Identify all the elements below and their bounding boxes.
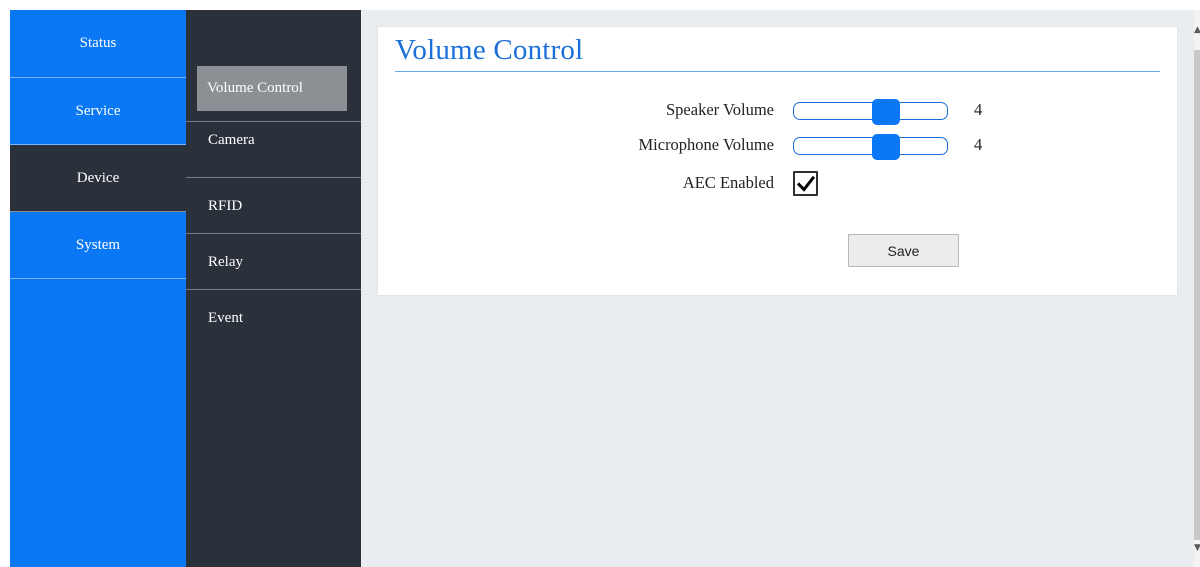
microphone-volume-label: Microphone Volume: [638, 135, 774, 154]
speaker-volume-slider[interactable]: [793, 99, 948, 125]
subnav-item-label: Event: [208, 309, 243, 326]
microphone-volume-slider-thumb[interactable]: [871, 134, 900, 160]
volume-control-panel: Volume Control Speaker Volume 4 Micropho…: [377, 26, 1178, 296]
subnav-item-rfid[interactable]: RFID: [186, 178, 361, 234]
microphone-volume-row: Microphone Volume 4: [378, 131, 1179, 160]
nav-item-device[interactable]: Device: [10, 145, 186, 212]
scroll-up-icon[interactable]: ▲: [1194, 24, 1200, 36]
nav-item-status[interactable]: Status: [10, 10, 186, 78]
speaker-volume-row: Speaker Volume 4: [378, 96, 1179, 125]
microphone-volume-value: 4: [974, 135, 983, 154]
subnav-item-volume-control[interactable]: Volume Control: [197, 66, 347, 111]
subnav-divider: [186, 111, 361, 122]
speaker-volume-value: 4: [974, 100, 983, 119]
nav-item-service[interactable]: Service: [10, 78, 186, 145]
scroll-down-icon[interactable]: ▼: [1194, 542, 1200, 554]
nav-item-system[interactable]: System: [10, 212, 186, 279]
page-title: Volume Control: [395, 34, 584, 66]
scrollbar-thumb[interactable]: [1194, 50, 1200, 540]
subnav-item-relay[interactable]: Relay: [186, 234, 361, 290]
microphone-volume-slider[interactable]: [793, 134, 948, 160]
page-scrollbar[interactable]: ▲ ▼: [1194, 10, 1200, 567]
save-button[interactable]: Save: [848, 234, 959, 267]
subnav-item-label: Camera: [208, 131, 255, 148]
aec-row: AEC Enabled: [378, 171, 1179, 199]
title-divider: [395, 71, 1160, 72]
speaker-volume-label: Speaker Volume: [666, 100, 774, 119]
speaker-volume-slider-thumb[interactable]: [871, 99, 900, 125]
content-area: Volume Control Speaker Volume 4 Micropho…: [361, 10, 1194, 567]
aec-enabled-label: AEC Enabled: [682, 173, 774, 192]
subnav-item-label: Volume Control: [207, 80, 303, 96]
secondary-nav: Volume Control Camera RFID Relay Event: [186, 10, 361, 567]
subnav-item-camera[interactable]: Camera: [186, 122, 361, 178]
primary-nav: Status Service Device System: [10, 10, 186, 567]
aec-enabled-checkbox[interactable]: [793, 171, 818, 196]
subnav-item-label: Relay: [208, 253, 243, 270]
checkmark-icon: [796, 175, 815, 192]
subnav-item-label: RFID: [208, 197, 243, 214]
subnav-item-event[interactable]: Event: [186, 290, 361, 346]
